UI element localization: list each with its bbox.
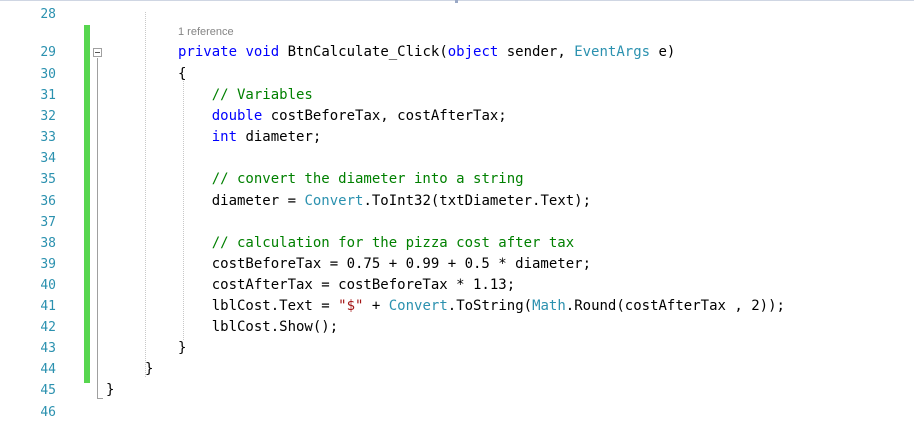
reference-count-lens[interactable]: 1 reference: [178, 26, 234, 38]
code-line[interactable]: 32 double costBeforeTax, costAfterTax;: [0, 106, 914, 127]
code-line[interactable]: 36 diameter = Convert.ToInt32(txtDiamete…: [0, 191, 914, 212]
code-line[interactable]: 45}: [0, 380, 914, 401]
code-token: costBeforeTax = 0.75 + 0.99 + 0.5 * diam…: [178, 256, 592, 272]
code-line[interactable]: 46: [0, 402, 914, 423]
code-token: costAfterTax = costBeforeTax * 1.13;: [178, 277, 516, 293]
code-token: .ToInt32(txtDiameter.Text);: [363, 193, 592, 209]
code-token: void: [245, 44, 280, 60]
code-token: int: [211, 129, 238, 145]
code-text[interactable]: {: [178, 64, 186, 85]
code-token: lblCost.Show();: [178, 319, 339, 335]
line-number: 33: [40, 130, 56, 145]
code-text[interactable]: // Variables: [178, 85, 313, 106]
code-token: double: [211, 108, 263, 124]
code-token: // calculation for the pizza cost after …: [211, 235, 575, 251]
line-number: 44: [40, 362, 56, 377]
line-number: 43: [40, 341, 56, 356]
line-number: 30: [40, 67, 56, 82]
code-line[interactable]: 33 int diameter;: [0, 127, 914, 148]
code-line[interactable]: 34: [0, 148, 914, 169]
line-number: 34: [40, 151, 56, 166]
line-number: 36: [40, 194, 56, 209]
line-number: 29: [40, 45, 56, 60]
code-line[interactable]: 42 lblCost.Show();: [0, 317, 914, 338]
line-number: 35: [40, 172, 56, 187]
code-token: private: [178, 44, 238, 60]
code-line[interactable]: 37: [0, 212, 914, 233]
code-text[interactable]: lblCost.Show();: [178, 317, 338, 338]
code-token: }: [178, 340, 187, 356]
code-text[interactable]: diameter = Convert.ToInt32(txtDiameter.T…: [178, 191, 591, 212]
code-text[interactable]: costAfterTax = costBeforeTax * 1.13;: [178, 275, 515, 296]
line-number: 42: [40, 320, 56, 335]
code-text[interactable]: // calculation for the pizza cost after …: [178, 233, 574, 254]
code-text[interactable]: }: [178, 338, 186, 359]
line-number: 45: [40, 383, 56, 398]
code-token: }: [106, 382, 115, 398]
code-token: EventArgs: [574, 44, 651, 60]
code-text[interactable]: // convert the diameter into a string: [178, 169, 524, 190]
code-line[interactable]: 38 // calculation for the pizza cost aft…: [0, 233, 914, 254]
code-token: }: [145, 361, 154, 377]
code-token: sender,: [498, 44, 575, 60]
line-number: 28: [40, 7, 56, 22]
code-editor[interactable]: 1 reference 28 29 private void BtnCalculat…: [0, 0, 914, 440]
code-text[interactable]: }: [106, 380, 114, 401]
code-text[interactable]: costBeforeTax = 0.75 + 0.99 + 0.5 * diam…: [178, 254, 591, 275]
line-number: 38: [40, 236, 56, 251]
code-line[interactable]: 43}: [0, 338, 914, 359]
code-token: // convert the diameter into a string: [211, 171, 524, 187]
code-line[interactable]: 28: [0, 4, 914, 25]
code-text[interactable]: double costBeforeTax, costAfterTax;: [178, 106, 507, 127]
code-token: "$": [338, 298, 364, 314]
code-token: Convert: [388, 298, 448, 314]
code-token: .ToString(: [447, 298, 533, 314]
code-token: diameter =: [178, 193, 305, 209]
code-token: .Round(costAfterTax , 2));: [565, 298, 785, 314]
code-token: Math: [532, 298, 566, 314]
code-line[interactable]: 31 // Variables: [0, 85, 914, 106]
code-token: lblCost.Text =: [178, 298, 339, 314]
code-token: // Variables: [211, 87, 313, 103]
code-line[interactable]: 40 costAfterTax = costBeforeTax * 1.13;: [0, 275, 914, 296]
code-text[interactable]: int diameter;: [178, 127, 322, 148]
line-number: 32: [40, 109, 56, 124]
code-line[interactable]: 35 // convert the diameter into a string: [0, 169, 914, 190]
line-number: 37: [40, 215, 56, 230]
code-text[interactable]: private void BtnCalculate_Click(object s…: [178, 42, 675, 63]
code-text[interactable]: }: [145, 359, 153, 380]
line-number: 31: [40, 88, 56, 103]
code-token: {: [178, 66, 187, 82]
code-text[interactable]: lblCost.Text = "$" + Convert.ToString(Ma…: [178, 296, 785, 317]
code-line[interactable]: 29 private void BtnCalculate_Click(object…: [0, 42, 914, 63]
line-number: 39: [40, 257, 56, 272]
line-number: 46: [40, 405, 56, 420]
code-line[interactable]: 30 {: [0, 64, 914, 85]
code-token: BtnCalculate_Click(: [279, 44, 448, 60]
code-line[interactable]: 41 lblCost.Text = "$" + Convert.ToString…: [0, 296, 914, 317]
code-token: +: [363, 298, 389, 314]
code-token: Convert: [304, 193, 364, 209]
code-line[interactable]: 39 costBeforeTax = 0.75 + 0.99 + 0.5 * d…: [0, 254, 914, 275]
code-token: e): [650, 44, 676, 60]
line-number: 40: [40, 278, 56, 293]
line-number: 41: [40, 299, 56, 314]
code-token: object: [447, 44, 499, 60]
code-token: costBeforeTax, costAfterTax;: [262, 108, 507, 124]
code-token: diameter;: [237, 129, 322, 145]
code-line[interactable]: 44}: [0, 359, 914, 380]
